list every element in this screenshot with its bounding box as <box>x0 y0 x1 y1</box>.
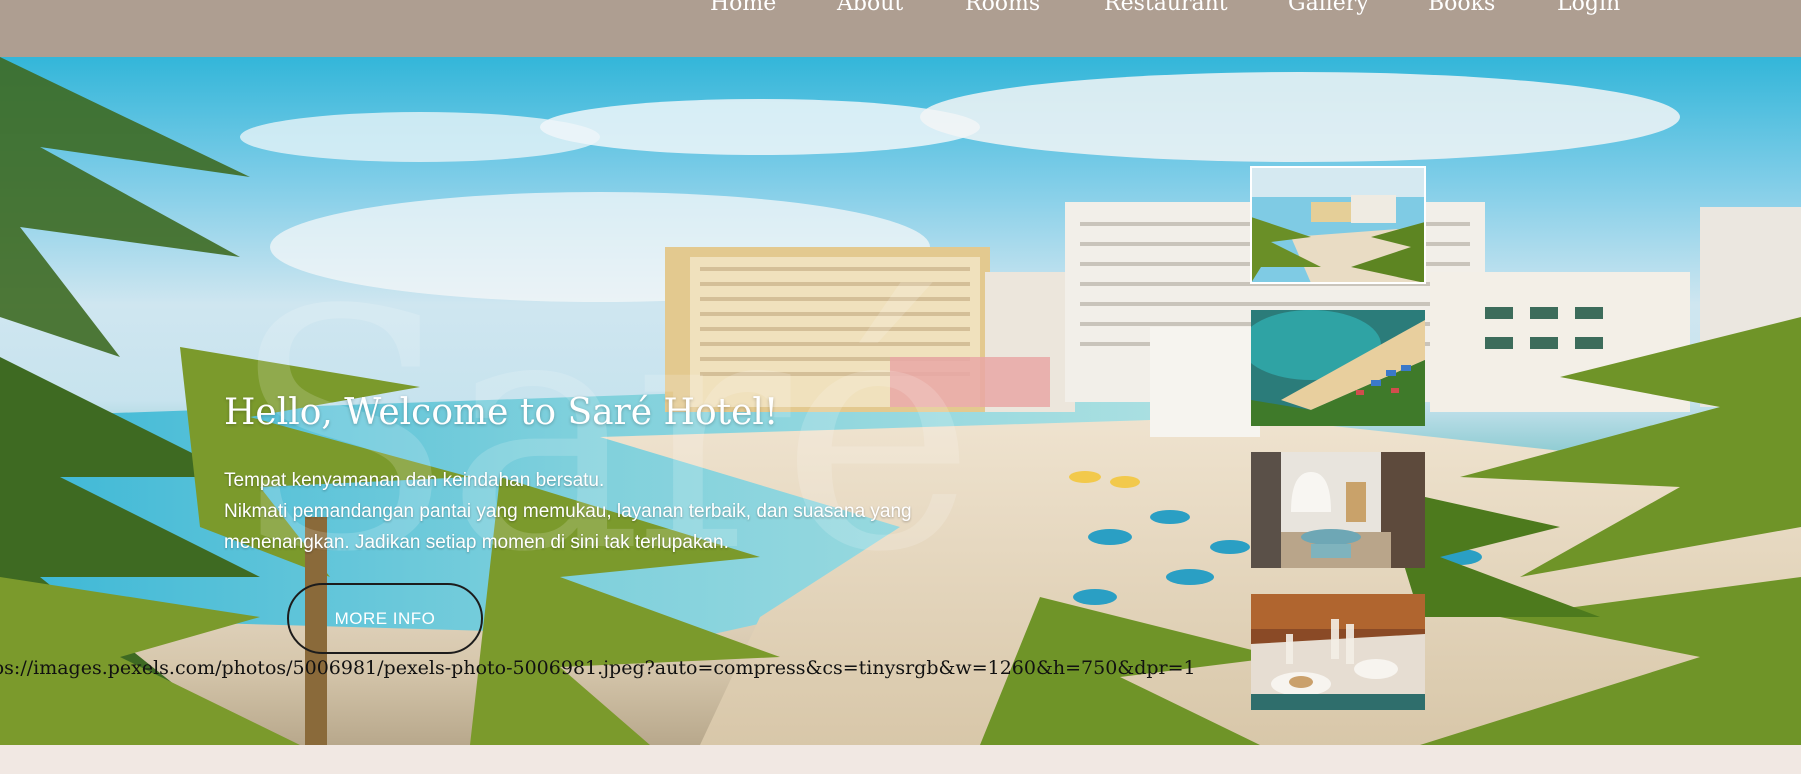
hero-section: Saré Hello, Welcome to Saré Hotel! Tempa… <box>0 57 1801 745</box>
broken-image-alt-text: ps://images.pexels.com/photos/5006981/pe… <box>0 657 1196 679</box>
hero-description: Tempat kenyamanan dan keindahan bersatu.… <box>224 465 1044 558</box>
hero-description-line: Nikmati pemandangan pantai yang memukau,… <box>224 501 912 522</box>
hero-title: Hello, Welcome to Saré Hotel! <box>224 392 779 433</box>
thumbnail-dining[interactable] <box>1251 594 1425 710</box>
thumbnail-beach-hotel[interactable] <box>1250 166 1426 284</box>
nav-item-rooms[interactable]: Rooms <box>965 0 1040 16</box>
nav-item-restaurant[interactable]: Restaurant <box>1104 0 1228 16</box>
nav-item-about[interactable]: About <box>837 0 903 16</box>
hero-description-line: menenangkan. Jadikan setiap momen di sin… <box>224 532 729 553</box>
more-info-button[interactable]: MORE INFO <box>287 583 483 654</box>
hero-description-line: Tempat kenyamanan dan keindahan bersatu. <box>224 470 605 491</box>
top-navbar: Home About Rooms Restaurant Gallery Book… <box>0 0 1801 57</box>
nav-item-home[interactable]: Home <box>710 0 776 16</box>
page-bottom-strip <box>0 745 1801 774</box>
nav-item-books[interactable]: Books <box>1428 0 1495 16</box>
nav-item-login[interactable]: Login <box>1557 0 1620 16</box>
thumbnail-lobby[interactable] <box>1251 452 1425 568</box>
thumbnail-aerial-beach[interactable] <box>1251 310 1425 426</box>
nav-item-gallery[interactable]: Gallery <box>1288 0 1369 16</box>
